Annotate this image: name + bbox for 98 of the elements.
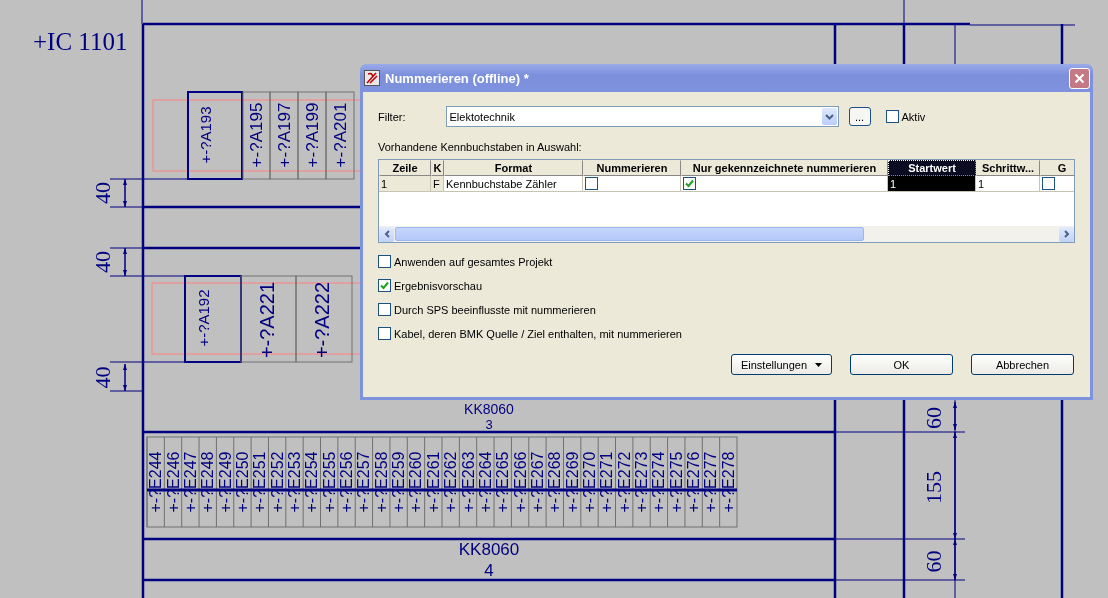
terminal-label: +-?E270 [581,451,598,513]
column-header[interactable]: G [1040,160,1074,176]
scroll-left-button[interactable] [379,226,394,242]
checkbox-label: Aktiv [901,110,926,123]
checkbox-label: Anwenden auf gesamtes Projekt [394,255,553,268]
table-cell: 1 [888,176,976,192]
device-label: +-?A195 [247,102,266,168]
option-checkbox[interactable] [378,279,391,292]
dimension-value: 40 [89,251,115,273]
terminal-label: +-?E250 [233,451,251,513]
table-cell: 1 [976,176,1040,192]
terminal-label: +-?E273 [633,451,651,513]
cell-checkbox[interactable] [1042,177,1055,190]
terminal-label: +-?E251 [251,451,269,513]
column-header[interactable]: Zeile [379,160,431,176]
scrollbar-thumb[interactable] [395,227,864,241]
terminal-label: +-?E244 [147,451,165,513]
filter-label: Filter: [378,110,406,123]
app-icon [364,70,380,86]
dimension-value: 60 [920,407,946,429]
dimension-arrow [123,363,127,392]
filter-dropdown[interactable]: Elektotechnik [445,106,839,127]
terminal-label: +-?E267 [528,451,546,513]
device-label: +-?A192 [194,289,212,347]
dimension-value: 40 [89,182,115,204]
terminal-label: +-?E252 [268,451,286,513]
terminal-label: +-?E269 [563,451,581,513]
checkbox-label: Ergebnisvorschau [394,279,483,292]
device-label: +-?A221 [255,281,278,359]
column-header[interactable]: Startwert [888,160,976,176]
table-caption: Vorhandene Kennbuchstaben in Auswahl: [378,141,583,153]
device-label: +-?A201 [330,102,350,168]
table-cell: F [431,176,444,192]
terminal-label: +-?E262 [442,451,460,513]
cell-checkbox[interactable] [683,177,696,190]
terminal-label: +-?E266 [511,451,529,513]
dimension-value: 40 [89,366,115,389]
rail-name: KK8060 [464,401,514,417]
terminal-label: +-?E248 [199,451,217,513]
device-label: +-?A222 [311,281,333,359]
column-header[interactable]: Nummerieren [583,160,681,176]
close-icon [1074,72,1085,84]
terminal-label: +-?E249 [216,451,234,513]
dimension-value: 60 [920,550,946,573]
terminal-label: +-?E271 [598,451,616,513]
terminal-label: +-?E259 [390,451,408,513]
column-header[interactable]: Format [444,160,583,176]
terminal-label: +-?E276 [685,451,703,513]
option-checkbox[interactable] [378,303,391,316]
terminal-label: +-?E278 [719,451,737,513]
dialog-button[interactable]: OK [850,354,953,375]
rail-number: 3 [485,417,493,432]
terminal-label: +-?E257 [355,451,373,513]
terminal-label: +-?E254 [303,451,321,513]
window-title: Nummerieren (offline) * [385,70,530,86]
terminal-label: +-?E268 [546,451,564,513]
dimension-value: 155 [920,471,946,504]
table-cell: Kennbuchstabe Zähler [444,176,583,192]
close-button[interactable] [1069,67,1090,89]
checkbox-label: Kabel, deren BMK Quelle / Ziel enthalten, mit nummerieren [394,327,682,340]
terminal-label: +-?E260 [407,451,425,513]
rail-name: KK8060 [458,540,520,559]
terminal-label: +-?E253 [286,451,303,513]
device-label: +-?A193 [196,106,214,164]
column-header[interactable]: K [431,160,444,176]
browse-button[interactable]: ... [848,107,871,126]
terminal-label: +-?E263 [459,451,477,513]
terminal-label: +-?E255 [320,451,338,513]
dimension-arrow [123,178,127,208]
terminal-label: +-?E261 [424,451,442,513]
terminal-label: +-?E247 [181,451,199,513]
dialog-button[interactable]: Abbrechen [971,354,1074,375]
option-checkbox[interactable] [378,327,391,340]
checkbox-label: Durch SPS beeinflusste mit nummerieren [394,303,596,316]
terminal-label: +-?E272 [615,451,633,513]
rail-number: 4 [484,561,494,580]
location-label: +IC 1101 [33,28,128,55]
terminal-label: +-?E264 [476,451,494,513]
device-label: +-?A199 [302,102,322,168]
horizontal-scrollbar[interactable] [379,226,1074,242]
settings-menu-button[interactable]: Einstellungen [731,354,832,375]
table-cell: 1 [379,176,431,192]
caret-icon [815,362,823,367]
terminal-label: +-?E246 [164,451,182,513]
terminal-label: +-?E275 [667,451,685,513]
terminal-label: +-?E258 [372,451,390,513]
scroll-right-button[interactable] [1059,226,1074,242]
terminal-label: +-?E277 [702,451,720,513]
cell-checkbox[interactable] [585,177,598,190]
active-checkbox[interactable] [885,110,899,123]
column-header[interactable]: Nur gekennzeichnete nummerieren [681,160,888,176]
terminal-label: +-?E265 [494,451,512,513]
option-checkbox[interactable] [378,255,391,268]
dimension-arrow [123,247,127,277]
column-header[interactable]: Schrittw... [976,160,1040,176]
terminal-label: +-?E274 [650,451,668,513]
device-label: +-?A197 [274,102,294,168]
terminal-label: +-?E256 [338,451,356,513]
